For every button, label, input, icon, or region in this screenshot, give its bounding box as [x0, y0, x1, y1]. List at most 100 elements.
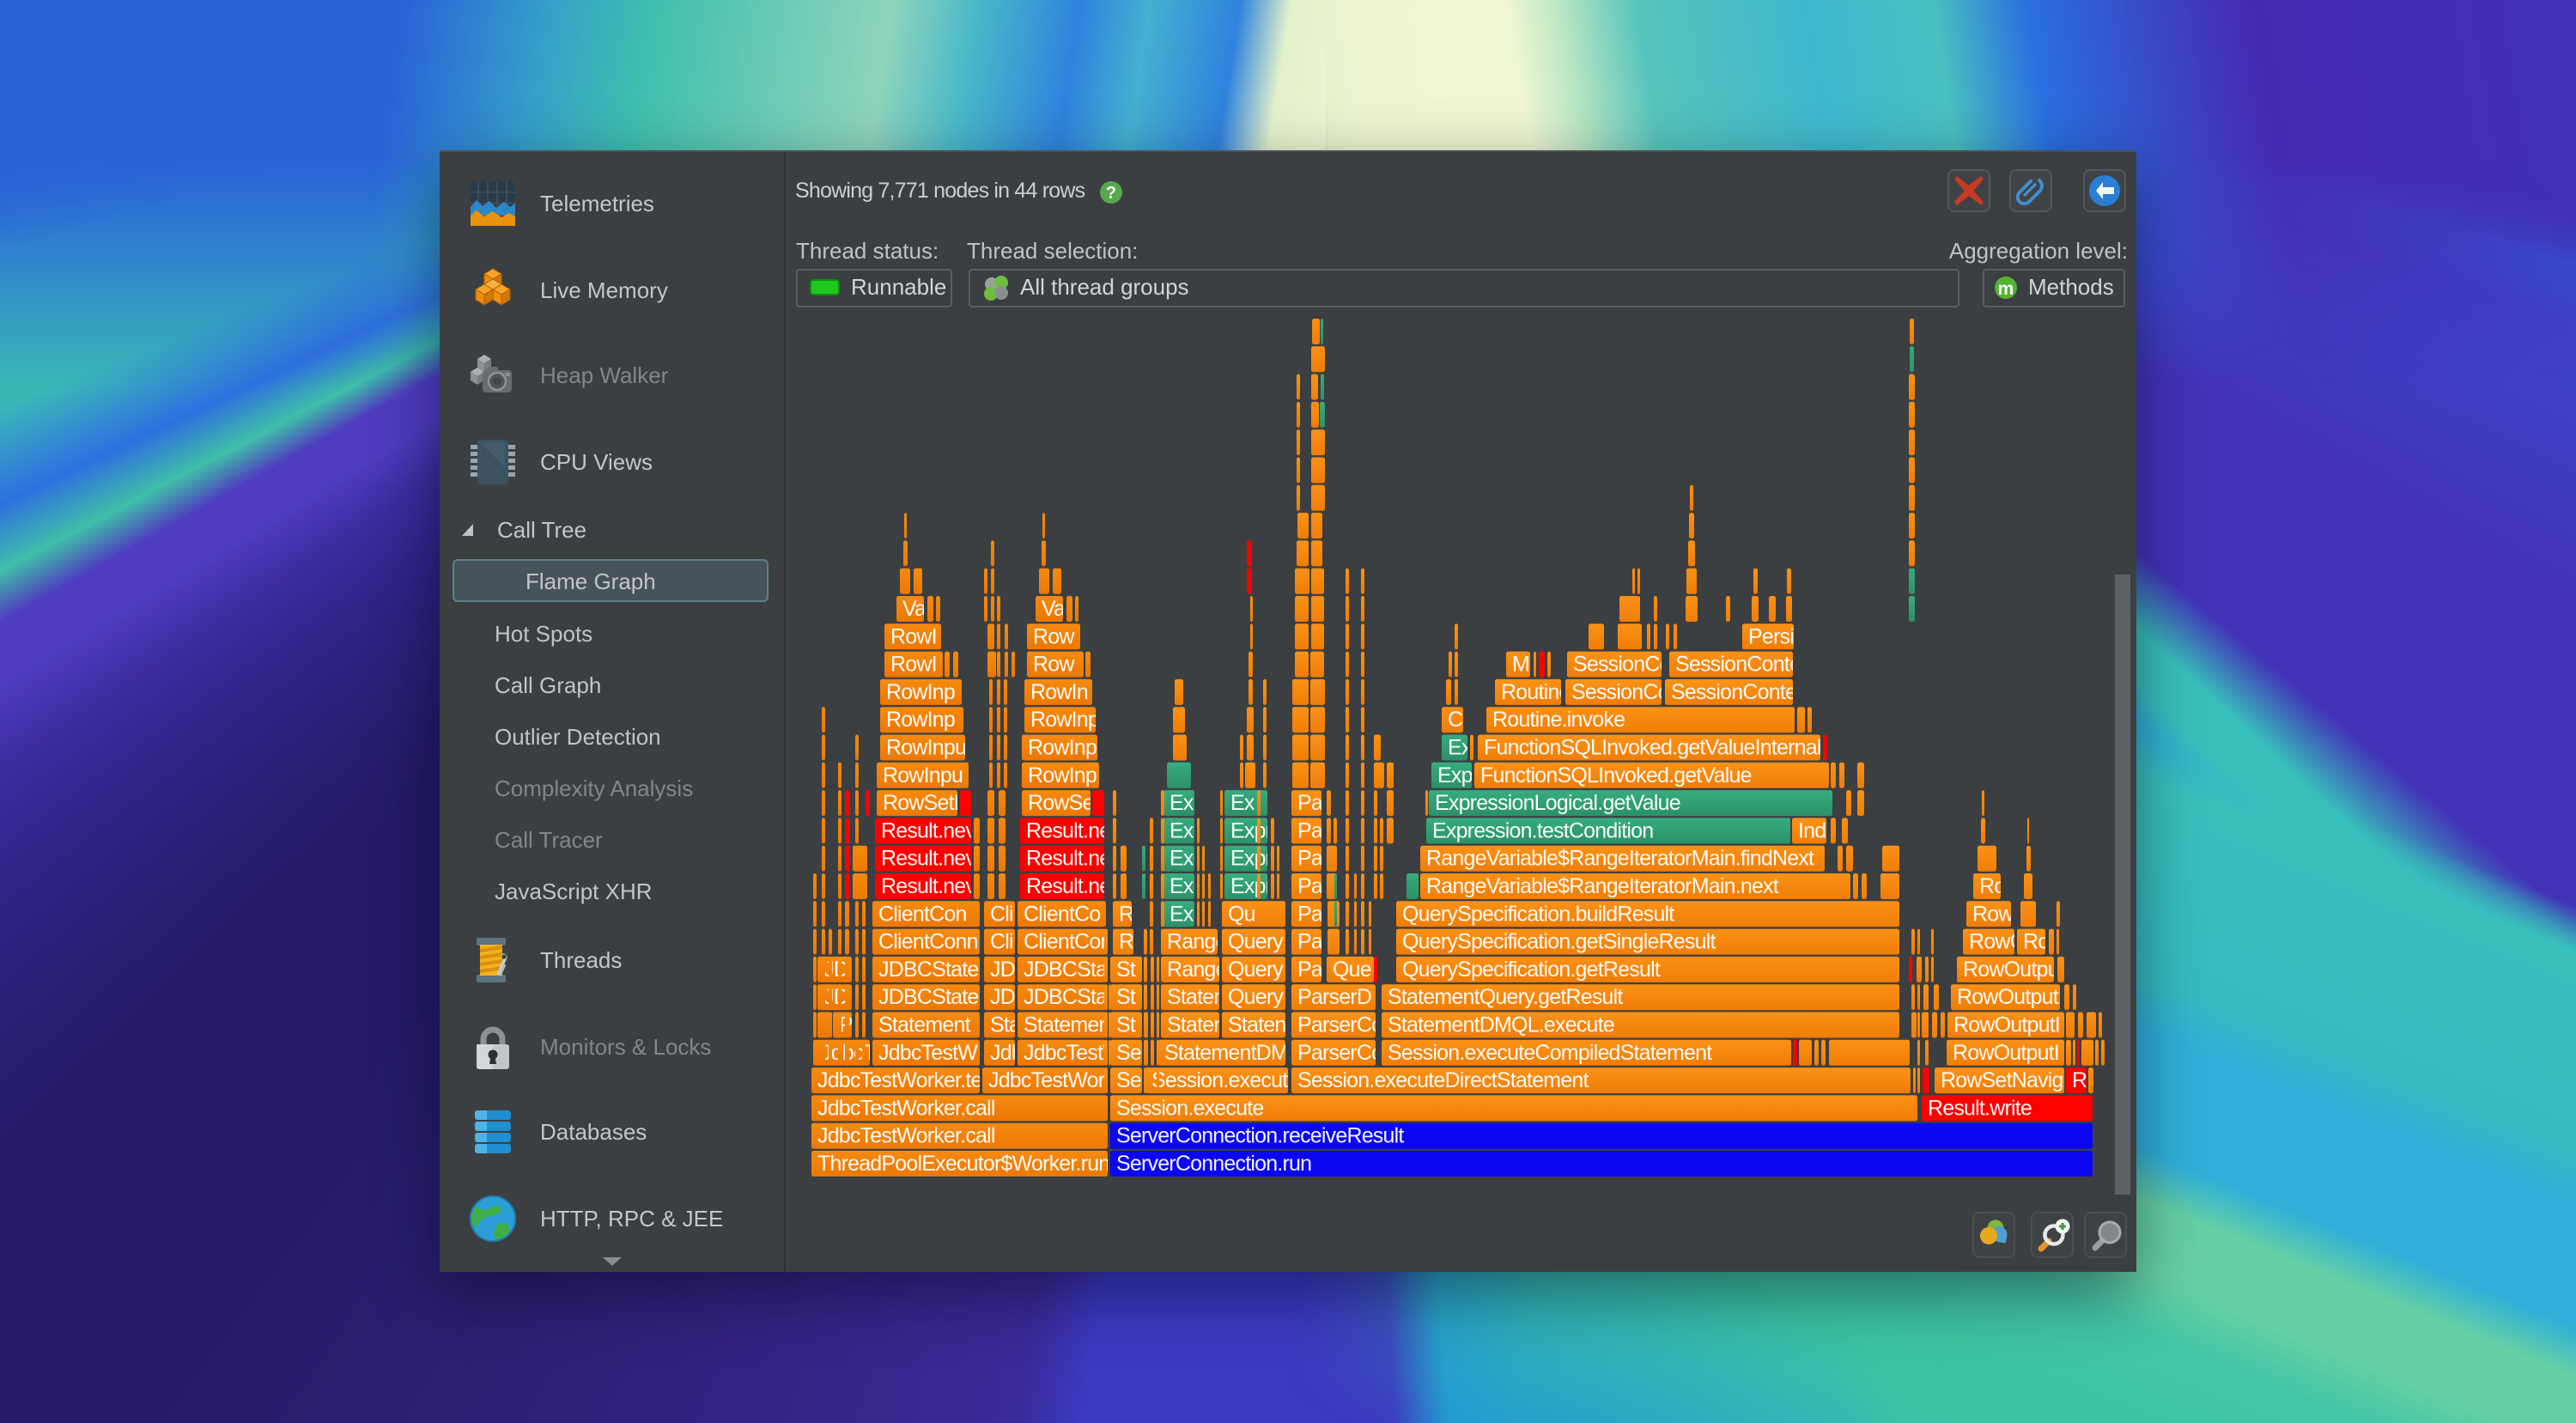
svg-text:St: St — [1116, 1013, 1136, 1037]
svg-text:Va: Va — [1042, 597, 1066, 621]
svg-text:M: M — [1512, 653, 1529, 677]
svg-text:RowOutpu: RowOutpu — [1963, 958, 2059, 982]
svg-text:RowSetNavig: RowSetNavig — [1941, 1068, 2063, 1092]
svg-text:FunctionSQLInvoked.getValue: FunctionSQLInvoked.getValue — [1480, 763, 1752, 788]
svg-text:Cli: Cli — [990, 930, 1013, 954]
svg-text:JdbcTestWorker.call: JdbcTestWorker.call — [817, 1096, 995, 1120]
svg-text:Row: Row — [1972, 902, 2014, 926]
svg-text:Statement: Statement — [878, 1013, 971, 1037]
svg-text:St: St — [1116, 958, 1136, 982]
svg-text:ExpressionLogical.getValue: ExpressionLogical.getValue — [1435, 791, 1680, 815]
svg-text:Row: Row — [1033, 653, 1075, 677]
svg-text:FunctionSQLInvoked.getValueInt: FunctionSQLInvoked.getValueInternal — [1484, 736, 1821, 760]
svg-text:ParserCo: ParserCo — [1297, 1013, 1382, 1037]
svg-text:ThreadPoolExecutor$Worker.run: ThreadPoolExecutor$Worker.run — [817, 1152, 1109, 1176]
svg-text:Result.nev: Result.nev — [881, 874, 976, 898]
svg-text:RowSet: RowSet — [1028, 791, 1100, 815]
svg-text:Sta: Sta — [990, 1013, 1021, 1037]
svg-text:SessionContex: SessionContex — [1675, 653, 1812, 677]
svg-text:RowInp: RowInp — [886, 708, 955, 732]
svg-text:Ex: Ex — [1448, 736, 1473, 760]
svg-text:RowC: RowC — [1969, 930, 2026, 954]
svg-text:StatementDM: StatementDM — [1164, 1041, 1288, 1065]
svg-text:ServerConnection.run: ServerConnection.run — [1116, 1152, 1311, 1176]
svg-text:Query: Query — [1228, 958, 1284, 982]
svg-text:RowIn: RowIn — [1030, 680, 1088, 704]
svg-text:R: R — [1119, 902, 1133, 926]
svg-text:Va: Va — [902, 597, 927, 621]
svg-text:JDBCState: JDBCState — [878, 985, 978, 1009]
svg-text:Pa: Pa — [1297, 791, 1323, 815]
svg-text:Result.nev: Result.nev — [881, 847, 976, 871]
svg-text:Result.ne: Result.ne — [1026, 847, 1110, 871]
svg-text:Session.executeCompiledStateme: Session.executeCompiledStatement — [1388, 1041, 1712, 1065]
svg-text:Se: Se — [1116, 1041, 1141, 1065]
svg-text:JD: JD — [823, 985, 848, 1009]
svg-text:QuerySpecification.getSingleRe: QuerySpecification.getSingleResult — [1402, 930, 1716, 954]
svg-text:RowOutputI: RowOutputI — [1953, 1013, 2060, 1037]
svg-text:RowInp: RowInp — [1028, 736, 1097, 760]
svg-text:ClientCon: ClientCon — [878, 902, 967, 926]
svg-text:Rc: Rc — [2023, 930, 2048, 954]
svg-text:Re: Re — [2072, 1068, 2098, 1092]
svg-text:Range: Range — [1167, 958, 1227, 982]
svg-text:Result.ne: Result.ne — [1026, 874, 1110, 898]
svg-text:RowI: RowI — [890, 624, 937, 648]
svg-text:JD: JD — [823, 958, 848, 982]
svg-text:RowInp: RowInp — [886, 680, 955, 704]
svg-text:Session.executeDirectStatement: Session.executeDirectStatement — [1297, 1068, 1589, 1092]
svg-text:QuerySpecification.buildResult: QuerySpecification.buildResult — [1402, 902, 1674, 926]
svg-text:JdbcTestV: JdbcTestV — [1024, 1041, 1117, 1065]
svg-text:SessionCo: SessionCo — [1571, 680, 1669, 704]
svg-text:Exp: Exp — [1437, 763, 1473, 788]
svg-text:RowInp: RowInp — [1028, 763, 1097, 788]
svg-text:Result.ne: Result.ne — [1026, 818, 1110, 842]
svg-text:Row: Row — [1979, 874, 2021, 898]
svg-text:Ch: Ch — [1448, 708, 1473, 732]
svg-text:StatementDMQL.execute: StatementDMQL.execute — [1388, 1013, 1614, 1037]
svg-text:Pa: Pa — [1297, 958, 1323, 982]
svg-text:RangeVariable$RangeIteratorMai: RangeVariable$RangeIteratorMain.findNext — [1426, 847, 1814, 871]
svg-text:R: R — [1119, 930, 1133, 954]
svg-text:Query: Query — [1228, 930, 1284, 954]
svg-text:RowOutputI: RowOutputI — [1953, 1041, 2059, 1065]
svg-text:RowInpu: RowInpu — [883, 763, 963, 788]
svg-text:ClientCo: ClientCo — [1024, 902, 1100, 926]
svg-text:Ind: Ind — [1798, 818, 1826, 842]
svg-text:JDBCStat: JDBCStat — [1024, 958, 1113, 982]
svg-text:JDBCStat: JDBCStat — [1024, 985, 1113, 1009]
svg-text:Pa: Pa — [1297, 930, 1323, 954]
svg-text:ParserD: ParserD — [1297, 985, 1371, 1009]
svg-text:Expr: Expr — [1230, 874, 1273, 898]
svg-text:Ex: Ex — [1170, 818, 1194, 842]
svg-text:Staten: Staten — [1228, 1013, 1285, 1037]
svg-text:QuerySpecification.getResult: QuerySpecification.getResult — [1402, 958, 1661, 982]
svg-text:ServerConnection.receiveResult: ServerConnection.receiveResult — [1116, 1124, 1404, 1148]
svg-text:SessionCo: SessionCo — [1573, 653, 1671, 677]
svg-text:Result.nev: Result.nev — [881, 818, 976, 842]
svg-text:StatementQuery.getResult: StatementQuery.getResult — [1388, 985, 1623, 1009]
svg-text:Ex: Ex — [1230, 791, 1255, 815]
svg-text:RowInp: RowInp — [1030, 708, 1099, 732]
svg-text:Routine.invoke: Routine.invoke — [1492, 708, 1625, 732]
svg-text:Session.execute: Session.execute — [1116, 1096, 1263, 1120]
svg-text:RowInpu: RowInpu — [886, 736, 966, 760]
svg-text:RowSetN: RowSetN — [883, 791, 969, 815]
svg-text:Statemen: Statemen — [1024, 1013, 1110, 1037]
svg-text:JDBCState: JDBCState — [878, 958, 978, 982]
svg-text:Persi: Persi — [1748, 624, 1794, 648]
svg-text:Pa: Pa — [1297, 847, 1323, 871]
svg-text:Range: Range — [1167, 930, 1227, 954]
svg-text:Routine: Routine — [1501, 680, 1571, 704]
svg-text:Result.write: Result.write — [1928, 1096, 2032, 1120]
svg-text:Session.execute: Session.execute — [1151, 1068, 1298, 1092]
svg-text:JdbcTestWorker.call: JdbcTestWorker.call — [817, 1124, 995, 1148]
svg-text:Que: Que — [1333, 958, 1371, 982]
svg-text:Expr: Expr — [1230, 818, 1273, 842]
svg-text:ClientConn: ClientConn — [878, 930, 978, 954]
svg-text:RowI: RowI — [890, 653, 937, 677]
svg-text:Query: Query — [1228, 985, 1284, 1009]
svg-text:RangeVariable$RangeIteratorMai: RangeVariable$RangeIteratorMain.next — [1426, 874, 1779, 898]
svg-text:Expr: Expr — [1230, 847, 1273, 871]
svg-text:JdbcTestW: JdbcTestW — [878, 1041, 978, 1065]
